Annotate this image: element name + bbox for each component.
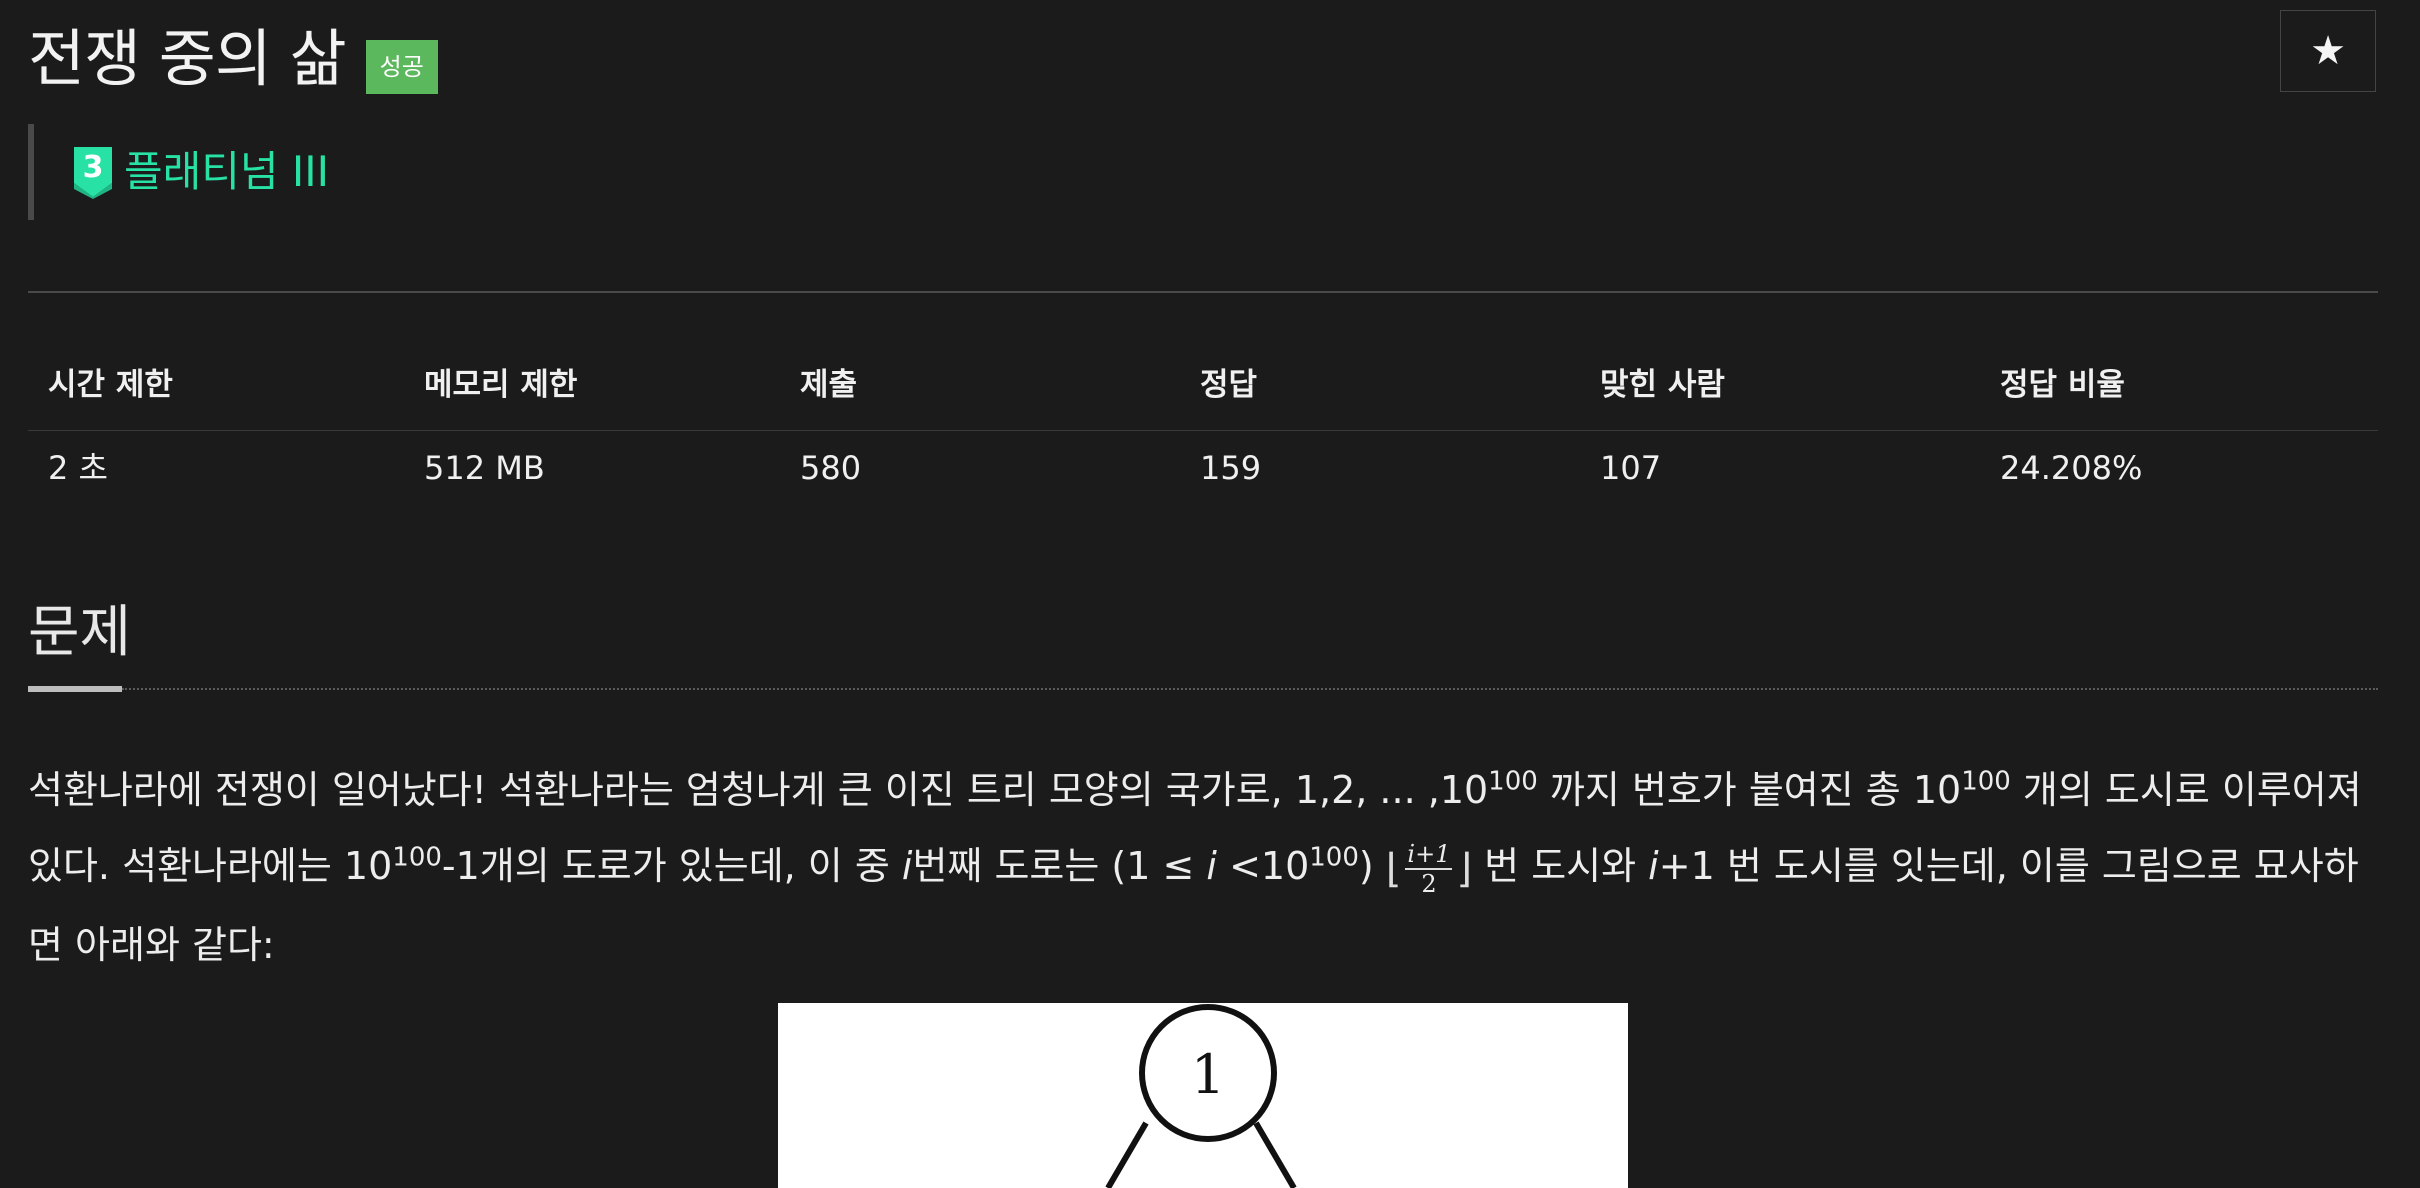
title-row: 전쟁 중의 삶 성공 [28,14,438,104]
desc-text: 번 도시와 [1472,844,1649,888]
exponent: 100 [1488,766,1538,797]
header-submissions: 제출 [800,367,858,403]
desc-text: -1개의 도로가 있는데, 이 중 [441,844,902,888]
header-time-limit: 시간 제한 [48,367,173,403]
fraction: i+1 2 [1405,839,1453,898]
value-solvers[interactable]: 107 [1580,431,1980,521]
section-underline [28,686,122,692]
header-ratio: 정답 비율 [2000,367,2125,403]
section-title: 문제 [28,600,132,665]
tree-diagram-svg: 1 [1105,1004,1297,1188]
value-time-limit: 2 초 [48,449,108,487]
header-memory-limit: 메모리 제한 [424,367,578,403]
tier-badge-icon: 3 [74,147,112,199]
tree-edge-right [1253,1121,1297,1188]
stats-value-row: 2 초 512 MB 580 159 107 24.208% [28,431,2378,521]
fraction-numerator: i+1 [1405,839,1453,870]
tree-edge-left [1105,1121,1149,1188]
problem-title: 전쟁 중의 삶 [28,22,347,95]
section-dotted-rule [122,688,2378,690]
tree-diagram: 1 [778,1003,1628,1188]
desc-text: 번째 도로는 (1 ≤ [912,844,1207,888]
floor-left: ⌊ [1385,845,1402,892]
desc-text: ) [1358,844,1386,888]
problem-description: 석환나라에 전쟁이 일어났다! 석환나라는 엄청나게 큰 이진 트리 모양의 국… [28,752,2380,983]
desc-text: 석환나라에 전쟁이 일어났다! 석환나라는 엄청나게 큰 이진 트리 모양의 국… [28,768,1489,812]
math-variable: i [1648,844,1659,888]
value-ratio: 24.208% [2000,449,2143,487]
value-memory-limit: 512 MB [424,449,545,487]
fraction-denominator: 2 [1421,869,1437,898]
math-variable: i [901,844,913,888]
value-accepted: 159 [1200,449,1262,487]
desc-text: 까지 번호가 붙여진 총 10 [1537,768,1962,812]
tier-label: 플래티넘 III [124,147,330,196]
math-variable: i [1206,844,1217,888]
desc-text: <10 [1216,844,1310,888]
exponent: 100 [392,842,442,873]
value-submissions[interactable]: 580 [780,431,1180,521]
divider [28,291,2378,293]
floor-right: ⌋ [1456,845,1473,892]
tier-level-number: 3 [83,150,104,185]
tier-box: 3 플래티넘 III [28,124,428,220]
problem-section-header: 문제 [28,598,2378,694]
tree-node-label: 1 [1191,1043,1225,1106]
status-badge: 성공 [365,40,438,94]
exponent: 100 [1961,766,2011,797]
favorite-star-button[interactable]: ★ [2280,10,2376,92]
exponent: 100 [1309,842,1359,873]
stats-header-row: 시간 제한 메모리 제한 제출 정답 맞힌 사람 정답 비율 [28,340,2378,430]
star-icon: ★ [2310,28,2346,74]
header-solvers: 맞힌 사람 [1600,367,1725,403]
stats-table: 시간 제한 메모리 제한 제출 정답 맞힌 사람 정답 비율 2 초 512 M… [28,340,2378,521]
header-accepted: 정답 [1200,367,1258,403]
